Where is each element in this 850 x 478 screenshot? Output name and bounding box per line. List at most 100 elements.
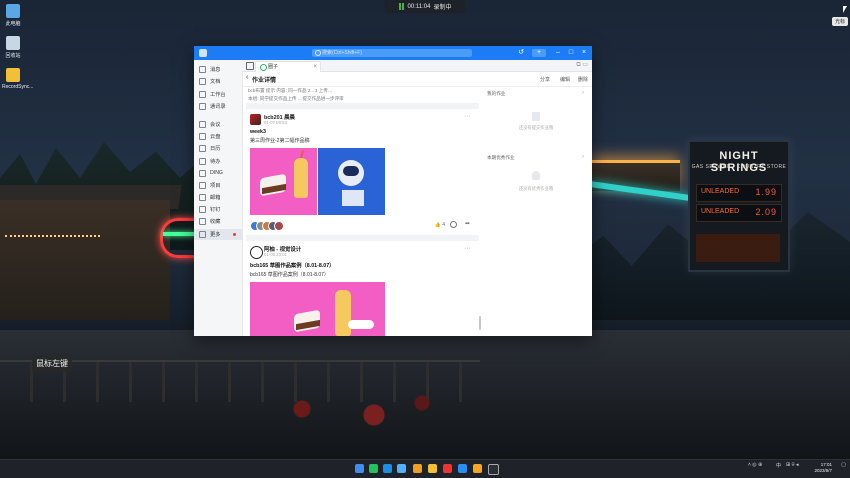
recording-status: 录制中: [433, 5, 452, 11]
feed-scrollbar[interactable]: [479, 316, 481, 330]
sidebar-item-mail[interactable]: 邮箱: [194, 192, 242, 203]
search-placeholder: 搜索(Ctrl+Shift+F): [322, 50, 363, 56]
wechat-icon[interactable]: [369, 464, 378, 473]
empty-trophy-icon: [532, 171, 540, 180]
homework-description: bcb布置 提示 内容: 同一作品 2…3 上传…: [248, 88, 333, 93]
minimize-button[interactable]: –: [554, 49, 562, 57]
share-icon[interactable]: ➦: [465, 220, 470, 227]
wallpaper-night-springs-sign: NIGHT SPRINGS GAS SERVICE · COUNTRY STOR…: [688, 140, 790, 272]
post-text: bcb165 草图作品案例（8.01-8.07）: [250, 272, 329, 278]
sidebar-item-messages[interactable]: 消息: [194, 64, 242, 75]
sidebar-item-todo[interactable]: 待办: [194, 156, 242, 167]
message-icon: [199, 66, 206, 74]
dingtalk-window: 搜索(Ctrl+Shift+F) ↺ + – □ × 消息 文档 工作台 通讯录…: [194, 46, 592, 336]
share-button[interactable]: 分享: [540, 76, 550, 83]
folder-icon: [6, 68, 20, 82]
sidebar-item-meeting[interactable]: 会议: [194, 119, 242, 130]
project-icon: [199, 181, 206, 189]
excellent-homework-empty: 还没有优秀作业哦: [518, 186, 554, 191]
file-explorer-icon[interactable]: [428, 464, 437, 473]
avatar[interactable]: [250, 246, 263, 259]
homework-feed: bcb布置 提示 内容: 同一作品 2…3 上传… 本组: 同学提交作品上传 ……: [246, 87, 479, 336]
wallpaper-flowers: [230, 385, 470, 445]
add-button[interactable]: +: [532, 49, 546, 57]
title-bar[interactable]: 搜索(Ctrl+Shift+F) ↺ + – □ ×: [194, 46, 592, 60]
empty-doc-icon: [532, 112, 540, 121]
sidebar-item-contacts[interactable]: 通讯录: [194, 101, 242, 112]
sidebar-item-cloud[interactable]: 云盘: [194, 131, 242, 142]
back-arrow-icon[interactable]: ‹: [246, 74, 248, 81]
screen-recorder-indicator[interactable]: 00:11:04 录制中: [385, 0, 465, 13]
tray-icons[interactable]: ˄ ◎ ⊕: [748, 462, 762, 468]
chevron-right-icon[interactable]: ›: [582, 154, 584, 160]
post-text: 第三周作业-2第二幅作品稿: [250, 138, 310, 144]
ime-indicator[interactable]: 中: [776, 462, 781, 469]
post-image[interactable]: [318, 148, 385, 215]
edge-icon[interactable]: [383, 464, 392, 473]
sidebar-item-more[interactable]: 更多: [194, 228, 242, 240]
notification-icon[interactable]: ▢: [841, 462, 846, 468]
desktop-icon-folder[interactable]: RecordSync...: [2, 68, 33, 90]
post-image[interactable]: [250, 148, 317, 215]
desktop-icon-recycle-bin[interactable]: 回收站: [2, 36, 24, 59]
home-icon[interactable]: [246, 62, 254, 70]
post-title: bcb165 草图作品案例（8.01-8.07）: [250, 263, 335, 269]
tray-status-icons[interactable]: ⊞ ⌾ ◂: [786, 462, 798, 468]
mail-icon: [199, 194, 206, 202]
delete-button[interactable]: 删除: [578, 76, 588, 83]
tab-circle[interactable]: 圈子 ×: [255, 61, 321, 72]
excellent-homework-panel: 本期优秀作业 › 还没有优秀作业哦: [484, 151, 588, 211]
post-card: 阿柚 - 视觉设计 01-06 23:01 ··· bcb165 草图作品案例（…: [246, 235, 479, 336]
maximize-button[interactable]: □: [567, 49, 575, 57]
desktop-icon-this-pc[interactable]: 此电脑: [2, 4, 24, 27]
excellent-homework-title: 本期优秀作业: [487, 155, 515, 160]
my-homework-empty: 还没有提交作业哦: [518, 125, 554, 130]
post-title: week3: [250, 129, 266, 135]
more-options-icon[interactable]: ···: [464, 245, 471, 252]
system-clock[interactable]: 17:01 2023/8/7: [814, 462, 832, 474]
like-button[interactable]: 👍 4: [435, 222, 445, 228]
clock-date: 2023/8/7: [814, 468, 832, 473]
avatar[interactable]: [250, 114, 261, 125]
sidebar-item-calendar[interactable]: 日历: [194, 143, 242, 154]
close-button[interactable]: ×: [580, 49, 588, 57]
dingtalk-icon[interactable]: [458, 464, 467, 473]
mouse-click-tooltip: 鼠标左键: [32, 355, 72, 372]
search-input[interactable]: 搜索(Ctrl+Shift+F): [312, 49, 472, 57]
post-date: 01-06 23:01: [264, 252, 287, 257]
sidebar-item-workbench[interactable]: 工作台: [194, 89, 242, 100]
history-icon[interactable]: ↺: [517, 49, 525, 57]
my-homework-title: 我的作业: [487, 91, 506, 96]
mouse-cursor-icon: [843, 6, 847, 13]
my-homework-panel: 我的作业 › 还没有提交作业哦: [484, 87, 588, 147]
sidebar-item-ding[interactable]: DING: [194, 168, 242, 179]
right-panel: 我的作业 › 还没有提交作业哦 本期优秀作业 › 还没有优秀作业哦: [484, 87, 588, 336]
app-logo-icon: [199, 49, 207, 57]
post-image[interactable]: [250, 282, 385, 336]
tab-close-icon[interactable]: ×: [313, 62, 317, 72]
favorite-icon: [199, 218, 206, 226]
sidebar-item-dingtalk[interactable]: 钉钉: [194, 204, 242, 215]
app-icon[interactable]: [413, 464, 422, 473]
wallpaper-neon-green: [163, 232, 195, 236]
more-options-icon[interactable]: ···: [464, 113, 471, 120]
app-orange-icon[interactable]: [473, 464, 482, 473]
chevron-right-icon[interactable]: ›: [582, 90, 584, 96]
tab-tools[interactable]: ⧉ ▭: [576, 61, 588, 69]
ding-icon: [199, 169, 206, 177]
like-count: 4: [442, 222, 445, 228]
start-icon[interactable]: [355, 464, 364, 473]
sidebar-item-docs[interactable]: 文档: [194, 76, 242, 87]
browser-icon[interactable]: [397, 464, 406, 473]
calendar-icon: [199, 145, 206, 153]
edit-button[interactable]: 编辑: [560, 76, 570, 83]
meeting-icon: [199, 120, 206, 128]
post-card: bcb201 晨晨 01-07 08:53 ··· week3 第三周作业-2第…: [246, 103, 479, 235]
sidebar-item-favorites[interactable]: 收藏: [194, 216, 242, 227]
sidebar: 消息 文档 工作台 通讯录 会议 云盘 日历 待办 DING 项目 邮箱 钉钉 …: [194, 60, 243, 336]
comment-icon[interactable]: [450, 221, 457, 228]
sidebar-item-project[interactable]: 项目: [194, 180, 242, 191]
app-red-icon[interactable]: [443, 464, 452, 473]
recorder-icon[interactable]: [488, 464, 499, 475]
reactor-avatar: [274, 221, 284, 231]
